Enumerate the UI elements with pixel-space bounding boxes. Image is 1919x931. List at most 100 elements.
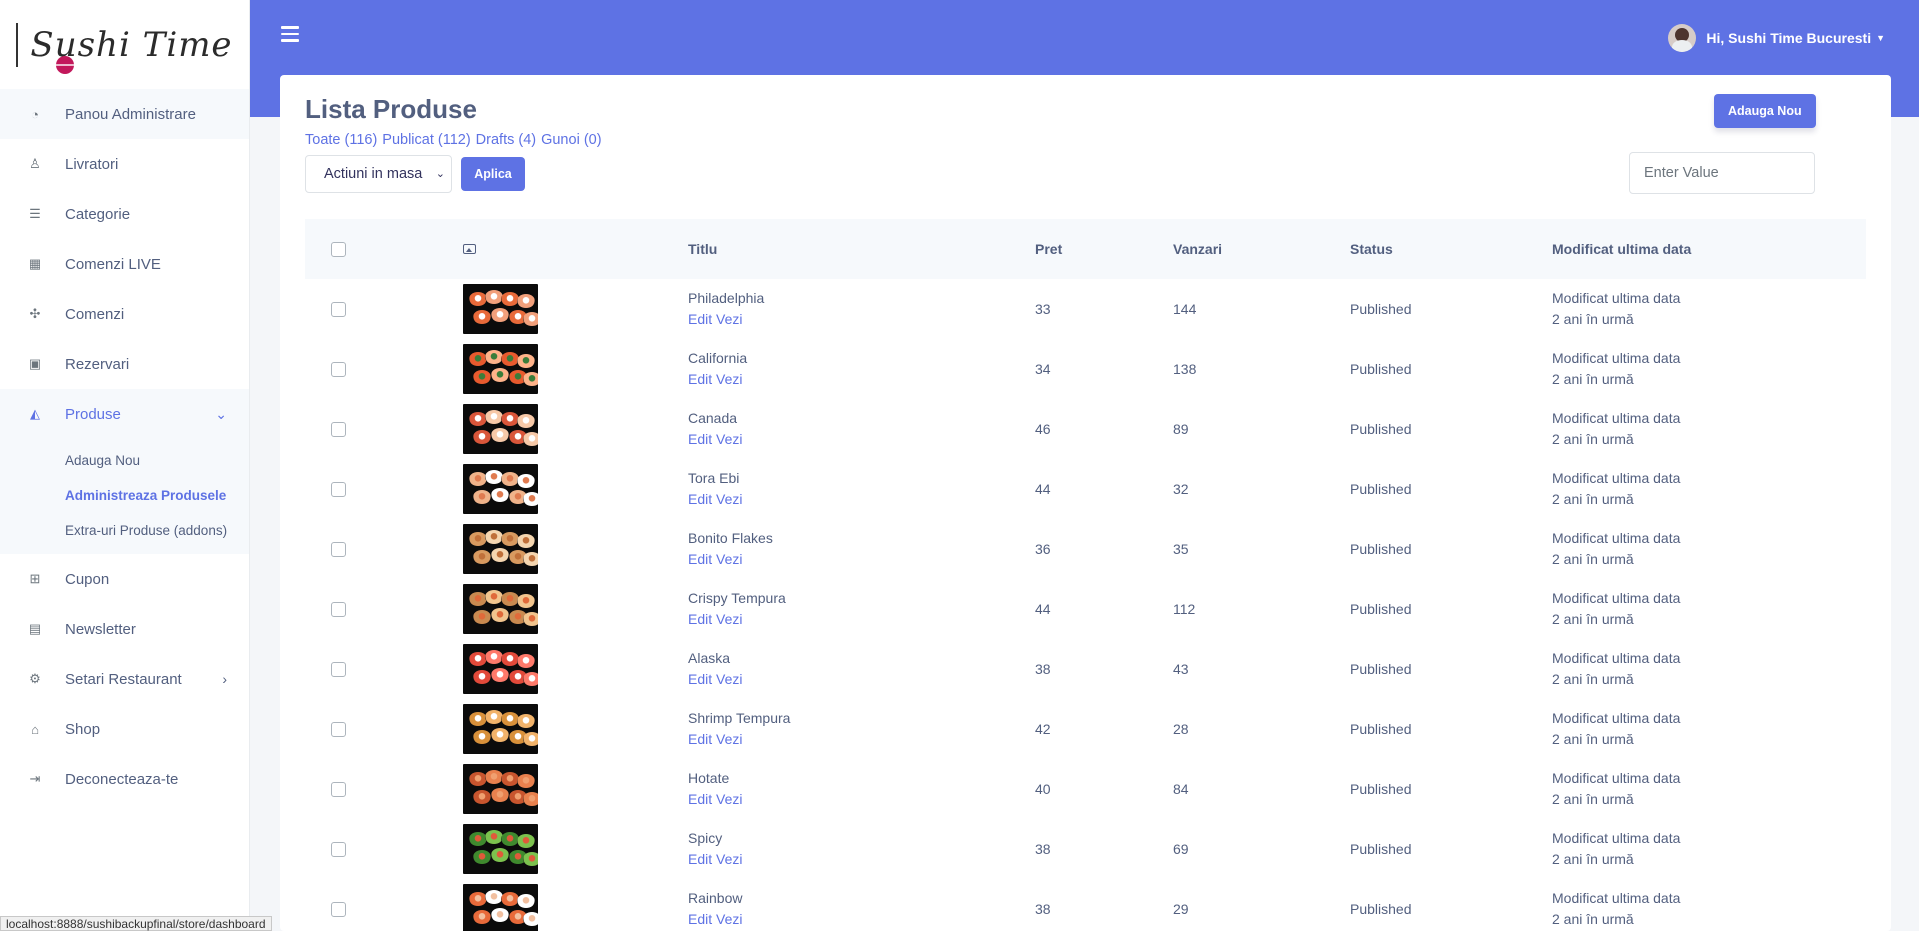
product-thumbnail[interactable]: [463, 824, 538, 874]
logo-mark-icon: [50, 56, 80, 74]
sidebar-item-orders[interactable]: ✣ Comenzi: [0, 289, 249, 339]
list-icon: ☰: [29, 206, 41, 221]
product-price: 33: [1035, 301, 1051, 317]
sidebar-item-label: Comenzi LIVE: [65, 255, 161, 273]
product-status: Published: [1350, 541, 1412, 557]
row-checkbox[interactable]: [331, 541, 346, 557]
row-checkbox[interactable]: [331, 481, 346, 497]
modified-time: 2 ani în urmă: [1552, 911, 1634, 927]
row-checkbox[interactable]: [331, 781, 346, 797]
row-checkbox[interactable]: [331, 421, 346, 437]
product-edit-view-links[interactable]: Edit Vezi: [688, 549, 1035, 570]
row-checkbox[interactable]: [331, 661, 346, 677]
product-price: 34: [1035, 361, 1051, 377]
sidebar-subitem-manage-products[interactable]: Administreaza Produsele: [0, 478, 249, 513]
user-greeting: Hi, Sushi Time Bucuresti: [1706, 30, 1872, 46]
product-title: Tora Ebi: [688, 470, 740, 486]
row-checkbox[interactable]: [331, 301, 346, 317]
product-edit-view-links[interactable]: Edit Vezi: [688, 669, 1035, 690]
calendar-icon: ▣: [28, 356, 42, 371]
filter-trash[interactable]: Gunoi (0): [541, 132, 601, 148]
user-menu[interactable]: Hi, Sushi Time Bucuresti ▼: [1668, 24, 1885, 52]
sidebar-item-dashboard[interactable]: ◔ Panou Administrare: [0, 89, 249, 139]
product-price: 38: [1035, 841, 1051, 857]
product-title: Philadelphia: [688, 290, 765, 306]
table-row: Rainbow Edit Vezi 38 29 Published Modificat u…: [305, 879, 1866, 931]
product-thumbnail[interactable]: [463, 344, 538, 394]
product-thumbnail[interactable]: [463, 884, 538, 931]
sign-out-icon: ⇥: [29, 771, 41, 786]
product-edit-view-links[interactable]: Edit Vezi: [688, 309, 1035, 330]
product-status: Published: [1350, 781, 1412, 797]
bulk-actions-select[interactable]: Actiuni in masa ⌄: [305, 155, 452, 193]
sidebar-subitem-addons[interactable]: Extra-uri Produse (addons): [0, 513, 249, 548]
product-thumbnail[interactable]: [463, 464, 538, 514]
filter-all[interactable]: Toate (116): [305, 132, 377, 148]
product-thumbnail[interactable]: [463, 524, 538, 574]
table-row: Tora Ebi Edit Vezi 44 32 Published Modificat …: [305, 459, 1866, 519]
sidebar-item-live-orders[interactable]: ▦ Comenzi LIVE: [0, 239, 249, 289]
product-edit-view-links[interactable]: Edit Vezi: [688, 729, 1035, 750]
user-icon: ♙: [29, 156, 41, 171]
sidebar-item-label: Newsletter: [65, 620, 136, 638]
sidebar-item-restaurant-settings[interactable]: ⚙ Setari Restaurant ›: [0, 654, 249, 704]
sidebar-item-products[interactable]: ◭ Produse ⌄: [0, 389, 249, 439]
table-row: Crispy Tempura Edit Vezi 44 112 Published Mod…: [305, 579, 1866, 639]
apply-button[interactable]: Aplica: [461, 157, 525, 191]
product-edit-view-links[interactable]: Edit Vezi: [688, 429, 1035, 450]
add-new-button[interactable]: Adauga Nou: [1714, 94, 1816, 128]
sidebar-item-label: Cupon: [65, 570, 110, 588]
filter-drafts[interactable]: Drafts (4): [476, 132, 536, 148]
filter-published[interactable]: Publicat (112): [382, 132, 470, 148]
modified-time: 2 ani în urmă: [1552, 731, 1634, 747]
product-thumbnail[interactable]: [463, 704, 538, 754]
select-all-checkbox[interactable]: [331, 241, 346, 257]
product-status: Published: [1350, 601, 1412, 617]
sidebar-item-newsletter[interactable]: ▤ Newsletter: [0, 604, 249, 654]
table-row: Canada Edit Vezi 46 89 Published Modificat ul…: [305, 399, 1866, 459]
product-thumbnail[interactable]: [463, 404, 538, 454]
column-header-modified[interactable]: Modificat ultima data: [1552, 241, 1866, 257]
modified-label: Modificat ultima data: [1552, 770, 1681, 786]
sidebar-item-couriers[interactable]: ♙ Livratori: [0, 139, 249, 189]
product-thumbnail[interactable]: [463, 584, 538, 634]
product-thumbnail[interactable]: [463, 644, 538, 694]
product-edit-view-links[interactable]: Edit Vezi: [688, 609, 1035, 630]
product-edit-view-links[interactable]: Edit Vezi: [688, 369, 1035, 390]
table-row: Alaska Edit Vezi 38 43 Published Modificat ul…: [305, 639, 1866, 699]
sidebar-item-label: Categorie: [65, 205, 131, 223]
row-checkbox[interactable]: [331, 361, 346, 377]
modified-time: 2 ani în urmă: [1552, 671, 1634, 687]
column-header-title[interactable]: Titlu: [688, 241, 1035, 257]
product-edit-view-links[interactable]: Edit Vezi: [688, 909, 1035, 930]
column-header-sales[interactable]: Vanzari: [1173, 241, 1350, 257]
product-thumbnail[interactable]: [463, 284, 538, 334]
modified-time: 2 ani în urmă: [1552, 851, 1634, 867]
bulk-actions-value: Actiuni in masa: [324, 166, 423, 182]
sidebar-item-coupon[interactable]: ⊞ Cupon: [0, 554, 249, 604]
row-checkbox[interactable]: [331, 901, 346, 917]
column-header-price[interactable]: Pret: [1035, 241, 1173, 257]
hamburger-menu-icon[interactable]: [281, 26, 299, 42]
sidebar-item-reservations[interactable]: ▣ Rezervari: [0, 339, 249, 389]
sidebar-item-shop[interactable]: ⌂ Shop: [0, 704, 249, 754]
sidebar-item-categories[interactable]: ☰ Categorie: [0, 189, 249, 239]
sidebar-item-logout[interactable]: ⇥ Deconecteaza-te: [0, 754, 249, 804]
product-edit-view-links[interactable]: Edit Vezi: [688, 849, 1035, 870]
product-edit-view-links[interactable]: Edit Vezi: [688, 789, 1035, 810]
search-input[interactable]: [1629, 152, 1815, 194]
sidebar-item-label: Deconecteaza-te: [65, 770, 179, 788]
product-edit-view-links[interactable]: Edit Vezi: [688, 489, 1035, 510]
sidebar-subitem-add-new[interactable]: Adauga Nou: [0, 443, 249, 478]
modified-label: Modificat ultima data: [1552, 290, 1681, 306]
product-thumbnail[interactable]: [463, 764, 538, 814]
column-header-status[interactable]: Status: [1350, 241, 1552, 257]
row-checkbox[interactable]: [331, 841, 346, 857]
row-checkbox[interactable]: [331, 721, 346, 737]
brand-logo[interactable]: Sushi Time: [0, 0, 249, 89]
browser-status-url: localhost:8888/sushibackupfinal/store/da…: [0, 916, 272, 931]
product-sales: 138: [1173, 361, 1197, 377]
row-checkbox[interactable]: [331, 601, 346, 617]
product-sales: 144: [1173, 301, 1197, 317]
dashboard-icon: ◔: [31, 106, 39, 122]
